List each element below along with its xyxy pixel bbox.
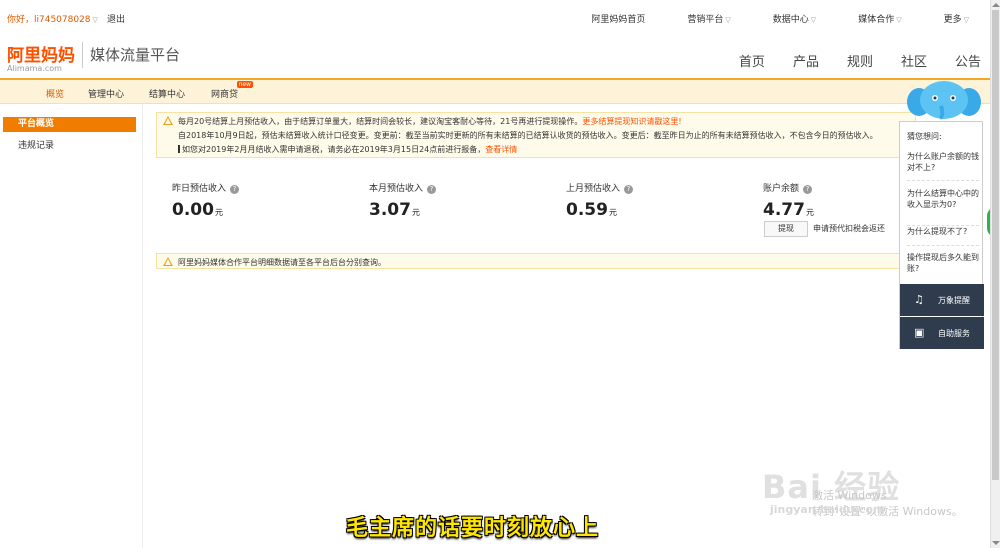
main-nav: 首页 产品 规则 社区 公告 [711,51,981,70]
bell-icon: ♫ [914,293,924,306]
nav-community[interactable]: 社区 [901,51,927,70]
help-question[interactable]: 为什么结算中心中的收入显示为0? [907,188,979,226]
notice-text: 阿里妈妈媒体合作平台明细数据请至各平台后台分别查询。 [178,258,386,267]
tab-online-loan[interactable]: 网商贷 new [211,81,254,100]
reminder-button[interactable]: ♫ 万象提醒 [900,284,984,316]
notice-line-1: 每月20号结算上月预估收入，由于结算订单量大，结算时间会较长，建议淘宝客耐心等待… [178,117,682,126]
settlement-notice: 每月20号结算上月预估收入，由于结算订单量大，结算时间会较长，建议淘宝客耐心等待… [156,112,916,158]
help-icon[interactable]: ? [624,185,634,194]
top-link-alimama-home[interactable]: 阿里妈妈首页 [591,12,645,25]
chevron-down-icon: ▽ [725,16,731,24]
video-subtitle: 毛主席的话要时刻放心上 [346,516,600,541]
stat-label: 本月预估收入 [369,184,424,194]
stat-unit: 元 [411,208,420,217]
warning-icon [163,257,173,266]
top-link-data-center[interactable]: 数据中心 ▽ [752,12,816,25]
help-title: 猜您想问: [907,132,942,141]
sidebar-item-violation-records[interactable]: 违规记录 [18,138,54,151]
withdraw-note: 申请预代扣税会返还 [813,224,885,233]
stat-label: 上月预估收入 [566,184,621,194]
activate-line-1: 激活 Windows [812,489,887,502]
help-question[interactable]: 为什么账户余额的钱对不上? [907,151,979,181]
nav-announcements[interactable]: 公告 [955,51,981,70]
help-question[interactable]: 为什么提现不了? [907,226,979,246]
nav-rules[interactable]: 规则 [847,51,873,70]
scroll-down-icon[interactable] [992,541,1000,545]
elephant-mascot-icon[interactable] [905,76,983,120]
reminder-label: 万象提醒 [938,296,970,305]
user-greeting[interactable]: 你好，li745078028 ▽ [7,12,98,25]
notice-line-2: 自2018年10月9日起，预估未结算收入统计口径变更。变更前：截至当前实时更新的… [178,131,878,140]
stat-unit: 元 [805,208,814,217]
sidebar: 平台概览 违规记录 [0,104,143,548]
warning-icon [163,116,173,125]
stat-yesterday-income: 昨日预估收入? 0.00元 [172,181,240,220]
view-details-link[interactable]: 查看详情 [485,145,517,154]
tab-overview[interactable]: 概览 [46,87,64,100]
top-link-more[interactable]: 更多 ▽ [923,12,969,25]
tab-settlement-center[interactable]: 结算中心 [149,87,185,100]
jingyan-watermark: jingyan.baidu.com [770,503,885,516]
stat-unit: 元 [608,208,617,217]
new-badge: new [236,81,254,88]
nav-home[interactable]: 首页 [739,51,765,70]
data-query-notice: 阿里妈妈媒体合作平台明细数据请至各平台后台分别查询。 [156,253,916,269]
top-link-media-cooperation[interactable]: 媒体合作 ▽ [837,12,901,25]
withdraw-button[interactable]: 提现 [764,221,808,237]
stat-last-month-income: 上月预估收入? 0.59元 [566,181,634,220]
scroll-up-icon[interactable] [992,3,1000,7]
logo-divider [82,42,83,68]
stat-unit: 元 [214,208,223,217]
stat-value: 4.77 [763,200,805,220]
stat-label: 昨日预估收入 [172,184,227,194]
stat-account-balance: 账户余额? 4.77元 [763,181,814,220]
chat-icon: ▣ [914,326,925,339]
top-bar: 你好，li745078028 ▽ 退出 阿里妈妈首页 营销平台 ▽ 数据中心 ▽ 媒体… [0,0,990,36]
scrollbar-thumb[interactable] [992,10,999,480]
chevron-down-icon: ▽ [963,16,969,24]
help-icon[interactable]: ? [803,185,813,194]
help-icon[interactable]: ? [230,185,240,194]
chevron-down-icon: ▽ [810,16,817,24]
chevron-down-icon: ▽ [92,16,98,24]
stat-value: 0.00 [172,200,214,220]
top-links: 阿里妈妈首页 营销平台 ▽ 数据中心 ▽ 媒体合作 ▽ 更多 ▽ [570,12,969,25]
header: 阿里妈妈 Alimama.com 媒体流量平台 首页 产品 规则 社区 公告 [0,36,990,78]
help-question[interactable]: 操作提现后多久能到账? [907,252,979,278]
chevron-down-icon: ▽ [896,16,902,24]
platform-title: 媒体流量平台 [90,46,181,64]
logo-text: 阿里妈妈 [7,46,75,66]
stat-label: 账户余额 [763,184,800,194]
self-service-button[interactable]: ▣ 自助服务 [900,317,984,349]
settlement-help-link[interactable]: 更多结算提现知识请戳这里! [582,117,681,126]
stat-value: 3.07 [369,200,411,220]
help-panel: 猜您想问: 为什么账户余额的钱对不上? 为什么结算中心中的收入显示为0? 为什么… [899,121,984,349]
tab-management-center[interactable]: 管理中心 [88,87,124,100]
sidebar-item-platform-overview[interactable]: 平台概览 [3,117,136,132]
nav-products[interactable]: 产品 [793,51,819,70]
sub-nav: 概览 管理中心 结算中心 网商贷 new [0,78,990,104]
logout-link[interactable]: 退出 [107,12,125,25]
notice-line-3: 如您对2019年2月月结收入需申请退税，请务必在2019年3月15日24点前进行… [178,144,517,155]
self-service-label: 自助服务 [938,329,970,338]
alimama-logo[interactable]: 阿里妈妈 Alimama.com [7,41,75,73]
scrollbar[interactable] [990,0,1000,548]
help-icon[interactable]: ? [427,185,437,194]
stat-this-month-income: 本月预估收入? 3.07元 [369,181,437,220]
stat-value: 0.59 [566,200,608,220]
top-link-marketing[interactable]: 营销平台 ▽ [666,12,730,25]
